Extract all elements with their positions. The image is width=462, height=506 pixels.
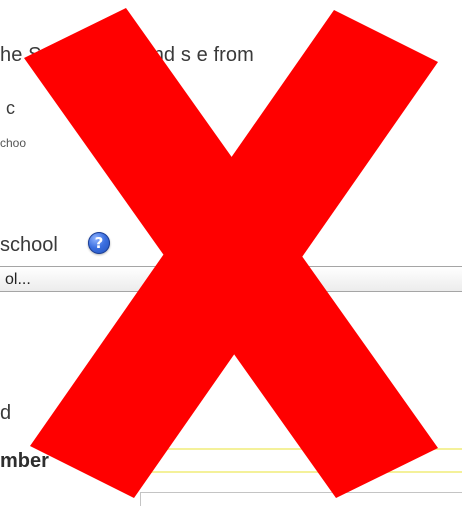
x-mark-icon: [24, 8, 438, 498]
